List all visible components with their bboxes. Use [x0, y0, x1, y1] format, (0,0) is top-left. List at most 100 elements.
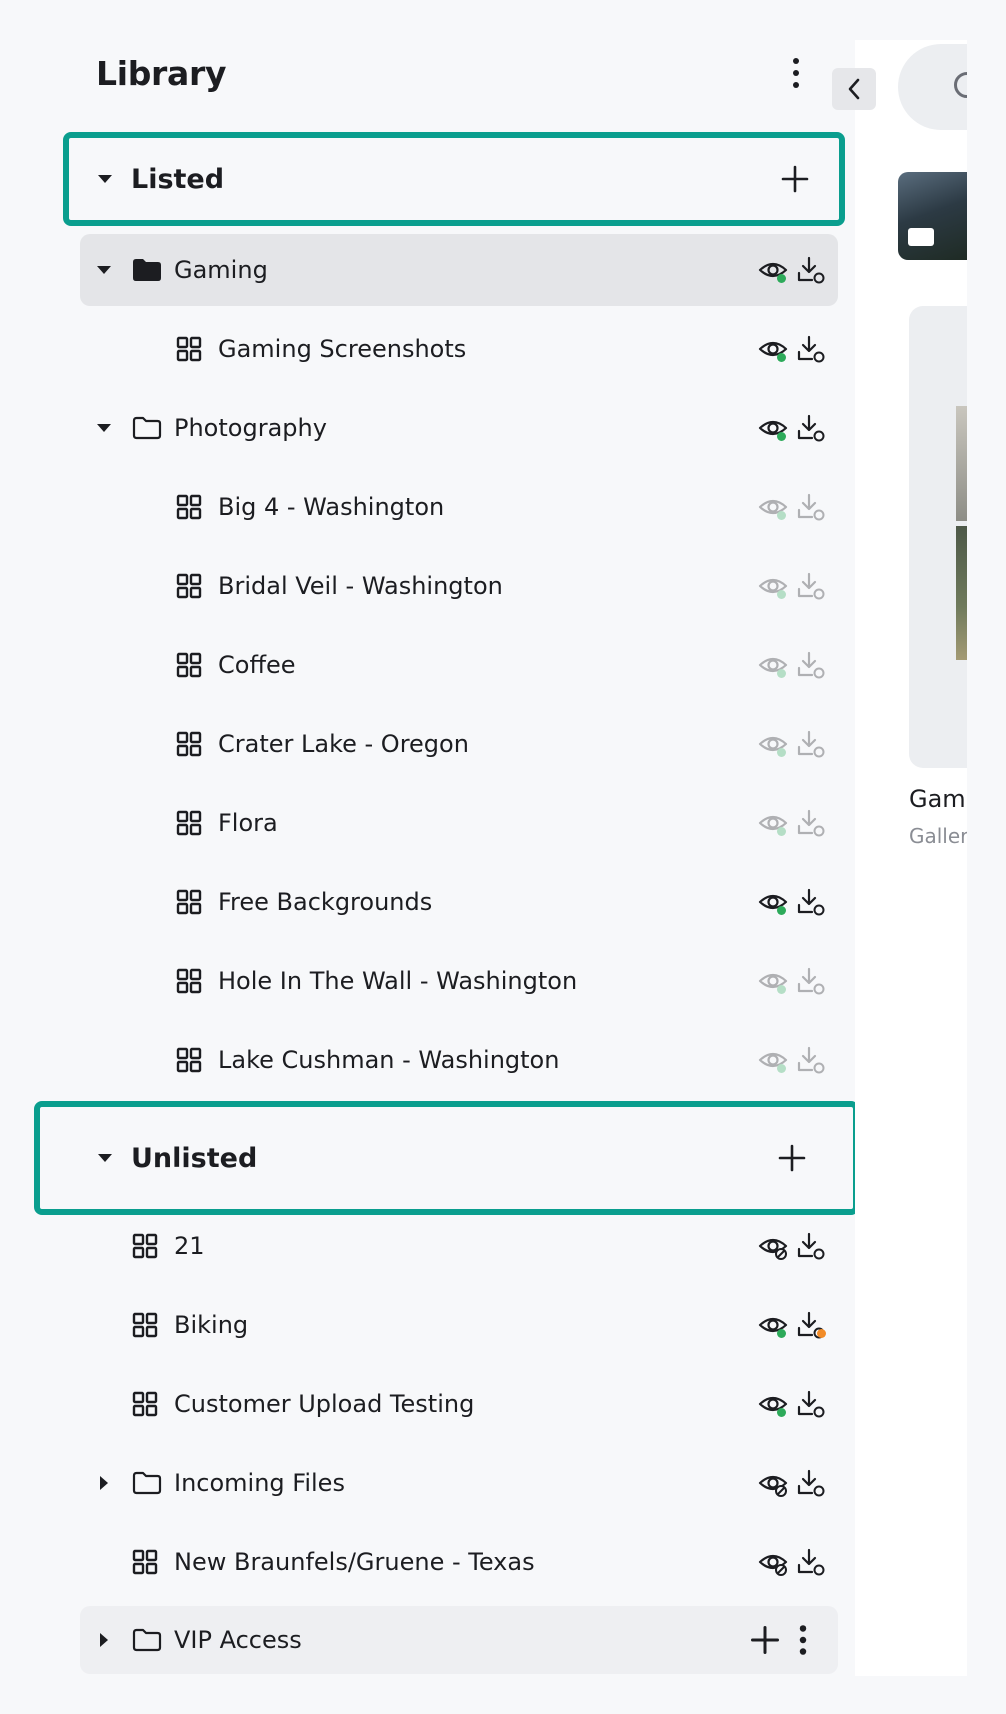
unlisted-row[interactable]: Incoming Files: [80, 1447, 838, 1519]
download-icon[interactable]: [796, 413, 826, 443]
caret-down-icon[interactable]: [95, 419, 113, 437]
listed-row[interactable]: Big 4 - Washington: [80, 471, 838, 543]
grid-icon: [176, 889, 202, 915]
unlisted-row[interactable]: 21: [80, 1210, 838, 1282]
eye-icon[interactable]: [758, 729, 788, 759]
eye-icon[interactable]: [758, 492, 788, 522]
caret-down-icon[interactable]: [95, 261, 113, 279]
row-actions: [758, 492, 826, 522]
row-label: Crater Lake - Oregon: [218, 730, 469, 758]
unlisted-row[interactable]: New Braunfels/Gruene - Texas: [80, 1526, 838, 1598]
row-actions: [758, 1547, 826, 1577]
eye-icon[interactable]: [758, 966, 788, 996]
grid-icon: [132, 1549, 158, 1575]
eye-icon[interactable]: [758, 1389, 788, 1419]
download-icon[interactable]: [796, 334, 826, 364]
search-icon: [954, 72, 967, 98]
row-actions: [758, 255, 826, 285]
eye-icon[interactable]: [758, 650, 788, 680]
download-icon[interactable]: [796, 1547, 826, 1577]
caret-down-icon[interactable]: [97, 174, 113, 184]
search-input[interactable]: [898, 44, 967, 130]
download-icon[interactable]: [796, 966, 826, 996]
download-icon[interactable]: [796, 808, 826, 838]
download-icon[interactable]: [796, 729, 826, 759]
section-unlisted-label: Unlisted: [131, 1142, 258, 1174]
unlisted-row[interactable]: Customer Upload Testing: [80, 1368, 838, 1440]
add-listed-plus-icon[interactable]: [781, 165, 809, 193]
download-icon[interactable]: [796, 1468, 826, 1498]
gallery-card-subtitle: Galler: [909, 824, 967, 848]
row-actions: [758, 1045, 826, 1075]
eye-icon[interactable]: [758, 808, 788, 838]
add-unlisted-plus-icon[interactable]: [778, 1144, 806, 1172]
caret-right-icon[interactable]: [95, 1631, 113, 1649]
row-label: Gaming Screenshots: [218, 335, 467, 363]
listed-row[interactable]: Crater Lake - Oregon: [80, 708, 838, 780]
download-icon[interactable]: [796, 650, 826, 680]
unlisted-row[interactable]: Biking: [80, 1289, 838, 1361]
listed-row[interactable]: Free Backgrounds: [80, 866, 838, 938]
listed-row[interactable]: Lake Cushman - Washington: [80, 1024, 838, 1096]
folder-icon: [132, 1471, 162, 1495]
folder-thumbnail[interactable]: [898, 172, 967, 260]
unlisted-row[interactable]: VIP Access: [80, 1606, 838, 1674]
collapse-sidebar-button[interactable]: [832, 68, 876, 110]
eye-icon[interactable]: [758, 571, 788, 601]
listed-row[interactable]: Flora: [80, 787, 838, 859]
eye-hidden-icon[interactable]: [758, 1231, 788, 1261]
row-actions: [758, 887, 826, 917]
listed-row[interactable]: Coffee: [80, 629, 838, 701]
chevron-left-icon: [848, 78, 860, 100]
library-more-icon[interactable]: [786, 58, 806, 88]
caret-right-icon[interactable]: [95, 1474, 113, 1492]
row-actions: [758, 1231, 826, 1261]
row-label: VIP Access: [174, 1626, 302, 1654]
eye-icon[interactable]: [758, 255, 788, 285]
row-label: New Braunfels/Gruene - Texas: [174, 1548, 535, 1576]
row-actions: [758, 413, 826, 443]
row-label: Customer Upload Testing: [174, 1390, 475, 1418]
eye-icon[interactable]: [758, 413, 788, 443]
grid-icon: [176, 652, 202, 678]
section-listed-header[interactable]: Listed: [63, 132, 845, 226]
row-label: Lake Cushman - Washington: [218, 1046, 560, 1074]
eye-icon[interactable]: [758, 1045, 788, 1075]
eye-icon[interactable]: [758, 887, 788, 917]
download-icon[interactable]: [796, 887, 826, 917]
plus-icon[interactable]: [750, 1625, 780, 1655]
folder-icon: [132, 1628, 162, 1652]
download-icon[interactable]: [796, 1045, 826, 1075]
listed-row[interactable]: Hole In The Wall - Washington: [80, 945, 838, 1017]
download-icon[interactable]: [796, 1231, 826, 1261]
listed-row[interactable]: Photography: [80, 392, 838, 464]
download-icon[interactable]: [796, 1310, 826, 1340]
grid-icon: [176, 1047, 202, 1073]
eye-hidden-icon[interactable]: [758, 1468, 788, 1498]
listed-row[interactable]: Gaming: [80, 234, 838, 306]
row-label: Coffee: [218, 651, 296, 679]
eye-hidden-icon[interactable]: [758, 1547, 788, 1577]
download-icon[interactable]: [796, 1389, 826, 1419]
kebab-icon[interactable]: [788, 1625, 818, 1655]
listed-row[interactable]: Bridal Veil - Washington: [80, 550, 838, 622]
row-label: Hole In The Wall - Washington: [218, 967, 578, 995]
grid-icon: [176, 336, 202, 362]
gallery-card-title: Gam: [909, 785, 966, 813]
section-unlisted-header[interactable]: Unlisted: [34, 1101, 859, 1215]
listed-row[interactable]: Gaming Screenshots: [80, 313, 838, 385]
eye-icon[interactable]: [758, 1310, 788, 1340]
download-icon[interactable]: [796, 571, 826, 601]
download-icon[interactable]: [796, 255, 826, 285]
row-actions: [750, 1625, 818, 1655]
folder-icon: [908, 228, 934, 246]
eye-icon[interactable]: [758, 334, 788, 364]
library-header: Library: [96, 48, 836, 98]
section-listed-label: Listed: [131, 163, 225, 195]
grid-icon: [176, 494, 202, 520]
download-icon[interactable]: [796, 492, 826, 522]
gallery-card[interactable]: [909, 306, 967, 768]
row-actions: [758, 1310, 826, 1340]
content-panel: Gam Galler: [855, 40, 967, 1676]
caret-down-icon[interactable]: [97, 1153, 113, 1163]
